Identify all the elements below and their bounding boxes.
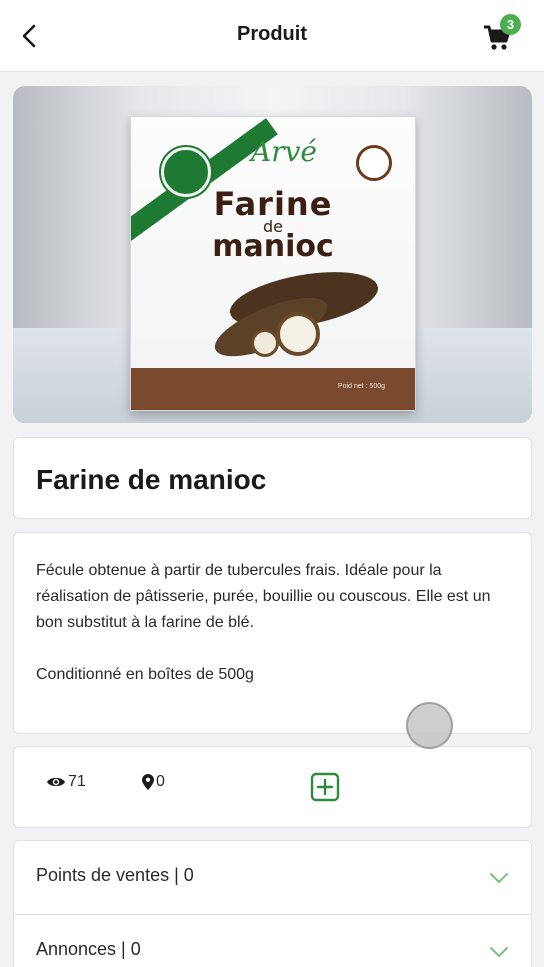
map-marker-icon [142, 774, 154, 790]
cassava-slice [251, 329, 279, 357]
description-packaging: Conditionné en boîtes de 500g [36, 666, 254, 683]
locations-count: 0 [156, 773, 165, 790]
eye-icon [47, 777, 65, 787]
accordion-points-de-ventes[interactable]: Points de ventes | 0 [14, 841, 531, 915]
gluten-free-badge [356, 145, 392, 181]
app-header: Produit 3 [0, 0, 544, 72]
chevron-down-icon [490, 947, 508, 957]
views-count: 71 [68, 773, 86, 790]
cart-count-badge: 3 [500, 14, 521, 35]
product-stats-card: 71 0 [13, 746, 532, 828]
product-package: Arvé Farine de manioc Poid net : 500g [130, 116, 416, 411]
plus-square-icon [310, 772, 340, 802]
cassava-slice [276, 312, 320, 356]
product-description: Fécule obtenue à partir de tubercules fr… [36, 558, 514, 688]
package-title-line3: manioc [212, 229, 334, 264]
add-button[interactable] [310, 772, 340, 802]
product-title: Farine de manioc [36, 464, 267, 495]
accordion-label: Points de ventes | 0 [36, 865, 194, 885]
touch-indicator [406, 702, 453, 749]
page-title: Produit [237, 23, 307, 45]
description-paragraph: Fécule obtenue à partir de tubercules fr… [36, 562, 491, 631]
package-brand: Arvé [251, 135, 317, 168]
product-description-card: Fécule obtenue à partir de tubercules fr… [13, 532, 532, 734]
accordion-label: Annonces | 0 [36, 939, 141, 959]
chevron-down-icon [490, 873, 508, 883]
net-weight-label: Poid net : 500g [337, 383, 385, 390]
product-image[interactable]: Arvé Farine de manioc Poid net : 500g [13, 86, 532, 423]
locations-stat: 0 [142, 773, 165, 791]
product-accordion: Points de ventes | 0 Annonces | 0 [13, 840, 532, 967]
accordion-annonces[interactable]: Annonces | 0 [14, 915, 531, 967]
views-stat: 71 [46, 773, 86, 791]
product-title-card: Farine de manioc [13, 437, 532, 519]
cart-button[interactable]: 3 [482, 14, 522, 54]
